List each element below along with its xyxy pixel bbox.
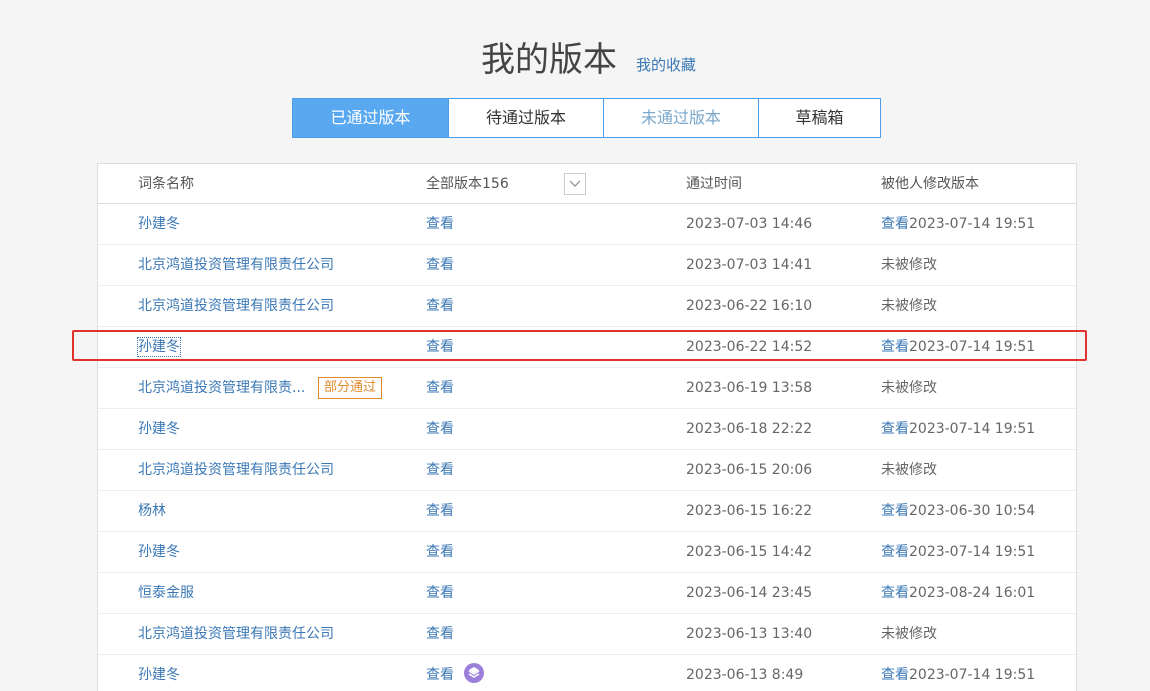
modified-version: 查看2023-07-14 19:51 [881,204,1035,244]
view-modified-link[interactable]: 查看 [881,339,909,355]
modified-version: 未被修改 [881,614,937,654]
table-row: 杨林 查看 2023-06-15 16:22 查看2023-06-30 10:54 [98,491,1076,532]
table-row: 孙建冬 查看 2023-06-15 14:42 查看2023-07-14 19:51 [98,532,1076,573]
view-version-link[interactable]: 查看 [426,245,454,285]
table-row: 北京鸿道投资管理有限责任公司 查看 2023-06-15 20:06 未被修改 [98,450,1076,491]
modified-version: 未被修改 [881,450,937,490]
approval-time: 2023-06-18 22:22 [686,421,813,437]
modified-version: 未被修改 [881,286,937,326]
table-row: 北京鸿道投资管理有限责任公司 查看 2023-06-13 13:40 未被修改 [98,614,1076,655]
view-modified-link[interactable]: 查看 [881,544,909,560]
table-body: 孙建冬 查看 2023-07-03 14:46 查看2023-07-14 19:51 北… [98,204,1076,691]
tab-rejected[interactable]: 未通过版本 [603,99,758,137]
modified-text: 未被修改 [881,298,937,314]
modified-version: 未被修改 [881,368,937,408]
entry-name-link[interactable]: 孙建冬 [138,409,180,449]
approval-time: 2023-06-15 14:42 [686,544,813,560]
tab-approved[interactable]: 已通过版本 [293,99,448,137]
modified-version: 查看2023-07-14 19:51 [881,532,1035,572]
view-modified-link[interactable]: 查看 [881,667,909,683]
version-tabs: 已通过版本 待通过版本 未通过版本 草稿箱 [292,98,881,138]
modified-text: 2023-07-14 19:51 [909,667,1036,683]
modified-version: 未被修改 [881,245,937,285]
view-version-link[interactable]: 查看 [426,491,454,531]
table-row: 孙建冬 查看 2023-06-18 22:22 查看2023-07-14 19:51 [98,409,1076,450]
version-filter-dropdown[interactable] [564,173,586,195]
view-version-link[interactable]: 查看 [426,409,454,449]
chevron-down-icon [569,180,581,187]
view-version-link[interactable]: 查看 [426,614,454,654]
approval-time: 2023-06-22 16:10 [686,298,813,314]
approval-time: 2023-06-22 14:52 [686,339,813,355]
modified-text: 未被修改 [881,462,937,478]
modified-text: 2023-06-30 10:54 [909,503,1036,519]
entry-name-link[interactable]: 恒泰金服 [138,573,194,613]
table-row: 北京鸿道投资管理有限责任公司 查看 2023-07-03 14:41 未被修改 [98,245,1076,286]
view-version-link[interactable]: 查看 [426,450,454,490]
modified-version: 查看2023-08-24 16:01 [881,573,1035,613]
entry-name-link[interactable]: 北京鸿道投资管理有限责任公司 [138,614,334,654]
table-row: 孙建冬 查看 2023-07-03 14:46 查看2023-07-14 19:51 [98,204,1076,245]
approval-time: 2023-06-15 16:22 [686,503,813,519]
view-version-link[interactable]: 查看 [426,573,454,613]
page-title: 我的版本 [481,40,617,80]
approval-time: 2023-07-03 14:41 [686,257,813,273]
table-row: 孙建冬 查看 2023-06-13 8:49 查看2023-07-14 19:51 [98,655,1076,691]
entry-name-link[interactable]: 孙建冬 [138,204,180,244]
modified-text: 2023-07-14 19:51 [909,216,1036,232]
modified-text: 未被修改 [881,626,937,642]
modified-text: 未被修改 [881,257,937,273]
entry-name-link[interactable]: 孙建冬 [138,532,180,572]
column-header-versions: 全部版本156 [426,176,509,192]
table-row: 孙建冬 查看 2023-06-22 14:52 查看2023-07-14 19:51 [98,327,1076,368]
layers-icon[interactable] [464,663,484,683]
page-header: 我的版本 我的收藏 [0,38,1150,82]
tab-pending[interactable]: 待通过版本 [448,99,603,137]
favorites-link[interactable]: 我的收藏 [636,55,696,75]
entry-name-link[interactable]: 北京鸿道投资管理有限责任公司 [138,450,334,490]
table-row: 北京鸿道投资管理有限责任公司 查看 2023-06-22 16:10 未被修改 [98,286,1076,327]
versions-table: 词条名称 全部版本156 通过时间 被他人修改版本 孙建冬 查看 2023-07-0… [97,163,1077,691]
modified-text: 2023-07-14 19:51 [909,544,1036,560]
view-version-link[interactable]: 查看 [426,286,454,326]
modified-version: 查看2023-07-14 19:51 [881,409,1035,449]
table-header: 词条名称 全部版本156 通过时间 被他人修改版本 [98,164,1076,204]
modified-text: 2023-07-14 19:51 [909,339,1036,355]
entry-name-link[interactable]: 北京鸿道投资管理有限责... [138,368,305,408]
modified-version: 查看2023-07-14 19:51 [881,327,1035,367]
view-version-link[interactable]: 查看 [426,368,454,408]
view-version-link[interactable]: 查看 [426,655,454,691]
modified-text: 2023-07-14 19:51 [909,421,1036,437]
entry-name-link[interactable]: 北京鸿道投资管理有限责任公司 [138,286,334,326]
table-row: 恒泰金服 查看 2023-06-14 23:45 查看2023-08-24 16:01 [98,573,1076,614]
view-version-link[interactable]: 查看 [426,532,454,572]
entry-name-link[interactable]: 杨林 [138,491,166,531]
column-header-modified: 被他人修改版本 [881,176,979,192]
approval-time: 2023-06-19 13:58 [686,380,813,396]
approval-time: 2023-06-13 13:40 [686,626,813,642]
view-modified-link[interactable]: 查看 [881,421,909,437]
entry-name-link[interactable]: 北京鸿道投资管理有限责任公司 [138,245,334,285]
status-badge: 部分通过 [318,377,383,399]
view-version-link[interactable]: 查看 [426,327,454,367]
column-header-time: 通过时间 [686,176,742,192]
modified-version: 查看2023-07-14 19:51 [881,655,1035,691]
modified-text: 2023-08-24 16:01 [909,585,1036,601]
approval-time: 2023-06-14 23:45 [686,585,813,601]
view-modified-link[interactable]: 查看 [881,503,909,519]
tab-drafts[interactable]: 草稿箱 [758,99,880,137]
modified-text: 未被修改 [881,380,937,396]
column-header-name: 词条名称 [138,176,194,192]
approval-time: 2023-06-15 20:06 [686,462,813,478]
modified-version: 查看2023-06-30 10:54 [881,491,1035,531]
approval-time: 2023-07-03 14:46 [686,216,813,232]
entry-name-link[interactable]: 孙建冬 [137,337,181,357]
approval-time: 2023-06-13 8:49 [686,667,804,683]
view-modified-link[interactable]: 查看 [881,585,909,601]
entry-name-link[interactable]: 孙建冬 [138,655,180,691]
table-row: 北京鸿道投资管理有限责... 部分通过 查看 2023-06-19 13:58 未被修改 [98,368,1076,409]
view-version-link[interactable]: 查看 [426,204,454,244]
view-modified-link[interactable]: 查看 [881,216,909,232]
